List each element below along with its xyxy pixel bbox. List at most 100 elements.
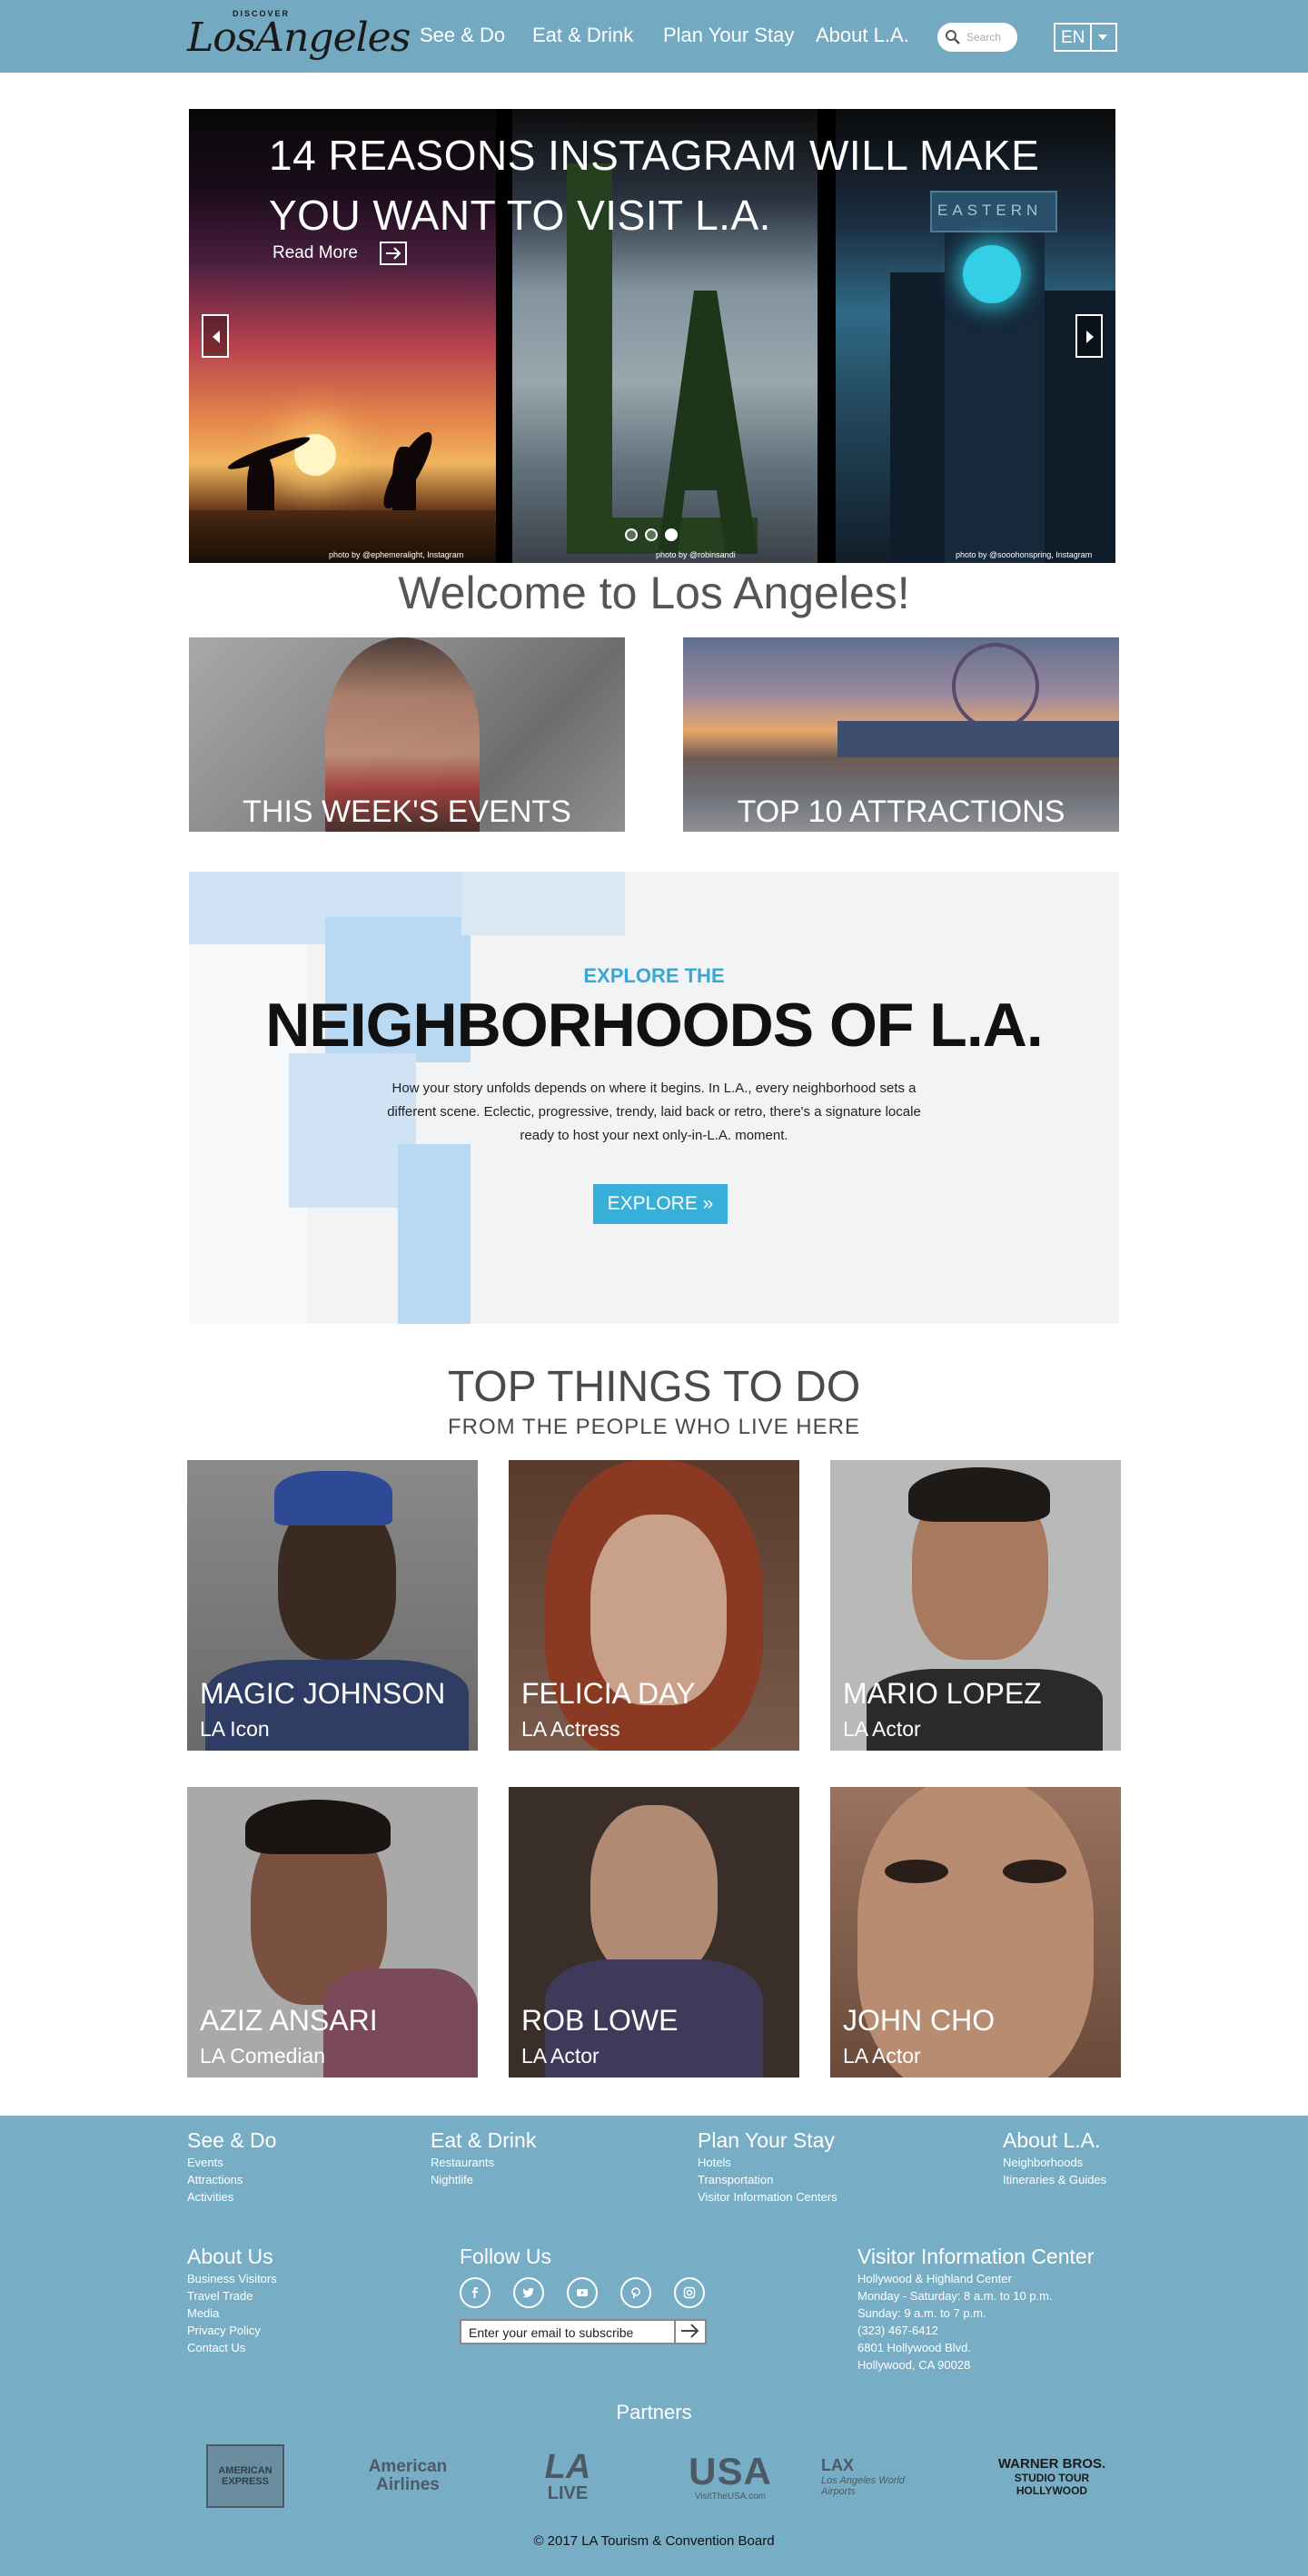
- ferris-wheel-shape: [952, 643, 1039, 730]
- map-region: [461, 872, 625, 935]
- partner-logo-text: American: [368, 2457, 448, 2476]
- nav-about-la[interactable]: About L.A.: [816, 24, 909, 47]
- site-header: DISCOVER LosAngeles See & Do Eat & Drink…: [0, 0, 1308, 73]
- visitor-center-line: Sunday: 9 a.m. to 7 p.m.: [857, 2306, 986, 2320]
- footer-link[interactable]: Business Visitors: [187, 2272, 277, 2285]
- nav-eat-and-drink[interactable]: Eat & Drink: [532, 24, 633, 47]
- slider-dot[interactable]: [645, 528, 658, 541]
- footer-link[interactable]: Travel Trade: [187, 2289, 253, 2303]
- arrow-right-icon[interactable]: [380, 242, 407, 265]
- person-card[interactable]: ROB LOWE LA Actor: [509, 1787, 799, 2078]
- nav-plan-your-stay[interactable]: Plan Your Stay: [663, 24, 794, 47]
- footer-heading-see-and-do[interactable]: See & Do: [187, 2128, 276, 2153]
- neon-clock: [963, 245, 1021, 303]
- chevron-right-icon: [1086, 331, 1094, 343]
- person-card[interactable]: JOHN CHO LA Actor: [830, 1787, 1121, 2078]
- lax-logo[interactable]: LAX Los Angeles World Airports: [821, 2443, 957, 2510]
- visitor-center-line: (323) 467-6412: [857, 2324, 938, 2337]
- instagram-glyph: [683, 2286, 696, 2299]
- visitor-center-line: Monday - Saturday: 8 a.m. to 10 p.m.: [857, 2289, 1053, 2303]
- partner-logo-text: STUDIO TOUR HOLLYWOOD: [1014, 2471, 1090, 2497]
- partner-logo-text: LA: [544, 2448, 591, 2486]
- visitor-center-line: Hollywood & Highland Center: [857, 2272, 1012, 2285]
- language-selector[interactable]: EN: [1054, 23, 1117, 52]
- footer-link[interactable]: Nightlife: [431, 2173, 473, 2186]
- this-weeks-events-tile[interactable]: THIS WEEK'S EVENTS: [189, 637, 625, 832]
- neighborhoods-kicker: EXPLORE THE: [583, 964, 725, 987]
- pier-shape: [837, 721, 1119, 757]
- subscribe-submit-button[interactable]: [674, 2321, 705, 2343]
- youtube-glyph: [577, 2289, 588, 2296]
- la-live-logo[interactable]: LA LIVE: [509, 2443, 627, 2510]
- footer-heading-about-la[interactable]: About L.A.: [1003, 2128, 1100, 2153]
- hero-headline[interactable]: 14 REASONS INSTAGRAM WILL MAKE YOU WANT …: [269, 125, 1068, 245]
- person-name: MAGIC JOHNSON: [200, 1677, 446, 1710]
- visit-the-usa-logo[interactable]: USA VisitTheUSA.com: [667, 2443, 794, 2510]
- footer-heading-eat-and-drink[interactable]: Eat & Drink: [431, 2128, 536, 2153]
- instagram-icon[interactable]: [674, 2277, 705, 2308]
- partner-logo-text: LAX: [821, 2455, 854, 2474]
- footer-link[interactable]: Transportation: [698, 2173, 773, 2186]
- slider-next-button[interactable]: [1075, 314, 1103, 358]
- site-footer: See & Do Events Attractions Activities E…: [0, 2116, 1308, 2576]
- facebook-icon[interactable]: [460, 2277, 490, 2308]
- photo-credit: photo by @sooohonspring, Instagram: [956, 550, 1093, 559]
- visitor-center-line: Hollywood, CA 90028: [857, 2358, 971, 2372]
- footer-link[interactable]: Privacy Policy: [187, 2324, 261, 2337]
- footer-link[interactable]: Visitor Information Centers: [698, 2190, 837, 2204]
- pinterest-glyph: [631, 2287, 640, 2299]
- pinterest-icon[interactable]: [620, 2277, 651, 2308]
- footer-link[interactable]: Restaurants: [431, 2156, 494, 2169]
- search-input[interactable]: Search: [937, 23, 1017, 52]
- explore-button[interactable]: EXPLORE »: [593, 1184, 728, 1224]
- american-airlines-logo[interactable]: American Airlines: [340, 2443, 476, 2510]
- footer-link[interactable]: Activities: [187, 2190, 233, 2204]
- neighborhoods-title: NEIGHBORHOODS OF L.A.: [265, 991, 1043, 1060]
- footer-heading-plan-your-stay[interactable]: Plan Your Stay: [698, 2128, 835, 2153]
- person-card[interactable]: MAGIC JOHNSON LA Icon: [187, 1460, 478, 1751]
- partner-logo-text: USA: [689, 2449, 772, 2492]
- footer-link[interactable]: Hotels: [698, 2156, 731, 2169]
- footer-link[interactable]: Contact Us: [187, 2341, 245, 2354]
- footer-link[interactable]: Media: [187, 2306, 219, 2320]
- footer-link[interactable]: Neighborhoods: [1003, 2156, 1083, 2169]
- amex-logo-box: AMERICAN EXPRESS: [206, 2444, 284, 2508]
- warner-bros-studio-tour-logo[interactable]: WARNER BROS. STUDIO TOUR HOLLYWOOD: [988, 2443, 1115, 2510]
- person-role: LA Actor: [843, 1717, 921, 1741]
- twitter-icon[interactable]: [513, 2277, 544, 2308]
- partner-logo-text: Airlines: [376, 2475, 440, 2494]
- site-logo[interactable]: DISCOVER LosAngeles: [187, 7, 411, 65]
- chevron-down-icon: [1098, 35, 1107, 40]
- nav-see-and-do[interactable]: See & Do: [420, 24, 505, 47]
- language-divider: [1090, 25, 1092, 50]
- top-things-subtitle: FROM THE PEOPLE WHO LIVE HERE: [448, 1415, 860, 1439]
- visitor-center-line: 6801 Hollywood Blvd.: [857, 2341, 972, 2354]
- person-role: LA Actress: [521, 1717, 620, 1741]
- welcome-heading: Welcome to Los Angeles!: [398, 568, 910, 618]
- person-card[interactable]: MARIO LOPEZ LA Actor: [830, 1460, 1121, 1751]
- arrow-right-glyph: [386, 247, 401, 260]
- youtube-icon[interactable]: [567, 2277, 598, 2308]
- top-10-attractions-tile[interactable]: TOP 10 ATTRACTIONS: [683, 637, 1119, 832]
- person-name: ROB LOWE: [521, 2004, 679, 2037]
- footer-link[interactable]: Events: [187, 2156, 223, 2169]
- footer-heading-about-us[interactable]: About Us: [187, 2245, 273, 2269]
- hair-shape: [908, 1467, 1050, 1522]
- map-region: [398, 1144, 471, 1324]
- person-role: LA Actor: [843, 2044, 921, 2068]
- footer-link[interactable]: Attractions: [187, 2173, 243, 2186]
- person-card[interactable]: AZIZ ANSARI LA Comedian: [187, 1787, 478, 2078]
- footer-link[interactable]: Itineraries & Guides: [1003, 2173, 1106, 2186]
- partner-logo-text: AMERICAN: [218, 2465, 272, 2476]
- facebook-glyph: [472, 2287, 478, 2298]
- person-photo-shape: [590, 1805, 718, 1978]
- slider-dot-active[interactable]: [665, 528, 678, 541]
- slider-dot[interactable]: [625, 528, 638, 541]
- person-card[interactable]: FELICIA DAY LA Actress: [509, 1460, 799, 1751]
- partner-logo-text: LIVE: [547, 2483, 589, 2503]
- read-more-link[interactable]: Read More: [272, 243, 358, 263]
- search-placeholder: Search: [966, 31, 1002, 44]
- email-subscribe-field[interactable]: Enter your email to subscribe: [460, 2319, 707, 2344]
- slider-prev-button[interactable]: [202, 314, 229, 358]
- american-express-logo[interactable]: AMERICAN EXPRESS: [203, 2443, 287, 2510]
